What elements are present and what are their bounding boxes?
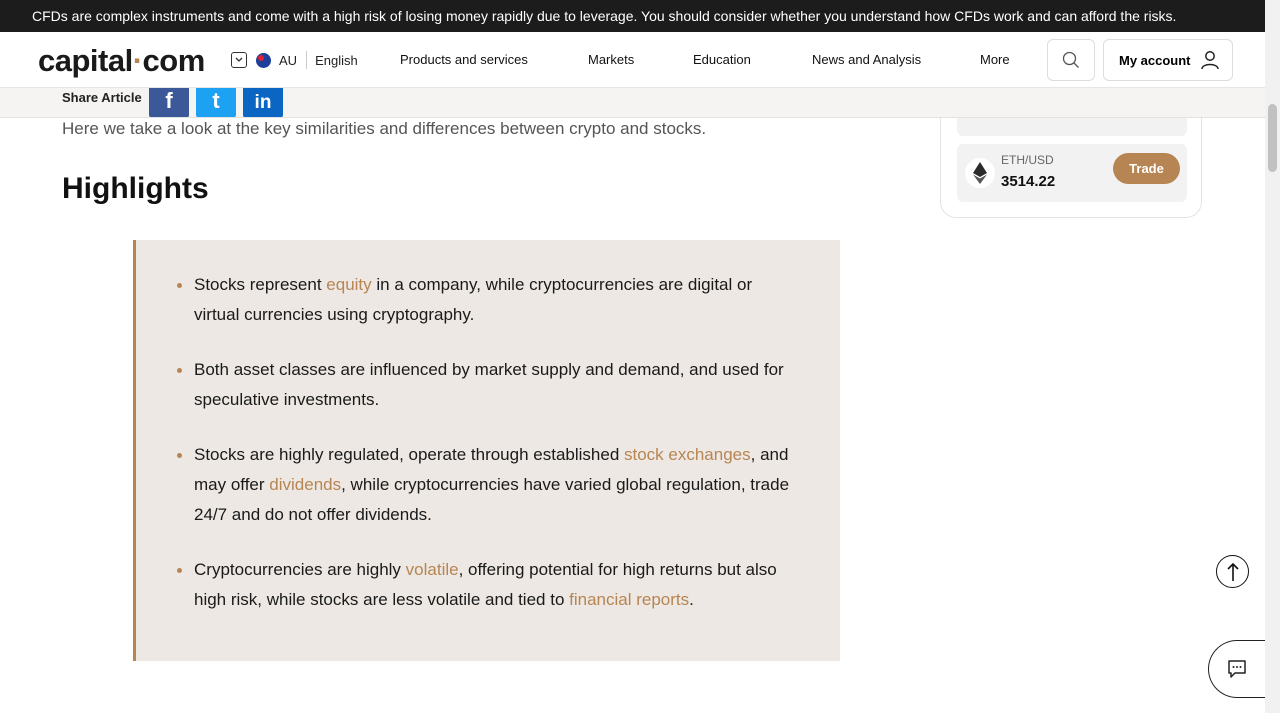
highlight-text: .	[689, 590, 694, 609]
nav-more[interactable]: More	[980, 52, 1010, 67]
site-header: capital·com AU English Products and serv…	[0, 32, 1265, 88]
highlight-item: Both asset classes are influenced by mar…	[177, 355, 802, 415]
highlight-text: Stocks represent	[194, 275, 327, 294]
twitter-share-button[interactable]: t	[196, 88, 236, 117]
arrow-up-icon	[1226, 562, 1239, 581]
volatile-link[interactable]: volatile	[406, 560, 459, 579]
dividends-link[interactable]: dividends	[269, 475, 341, 494]
region-code: AU	[279, 52, 298, 68]
linkedin-share-button[interactable]: in	[243, 88, 283, 117]
highlight-text: Both asset classes are influenced by mar…	[194, 360, 784, 409]
highlight-item: Stocks represent equity in a company, wh…	[177, 270, 802, 330]
logo-text: capital	[38, 43, 133, 78]
capital-com-logo[interactable]: capital·com	[38, 43, 205, 79]
divider	[306, 51, 308, 69]
australia-flag-icon	[256, 52, 271, 68]
highlight-item: Stocks are highly regulated, operate thr…	[177, 440, 802, 530]
search-icon	[1062, 51, 1079, 68]
logo-suffix: com	[142, 43, 206, 78]
nav-education[interactable]: Education	[693, 52, 751, 67]
equity-link[interactable]: equity	[326, 275, 371, 294]
highlights-box: Stocks represent equity in a company, wh…	[133, 240, 840, 661]
nav-markets[interactable]: Markets	[588, 52, 634, 67]
risk-warning-bar: CFDs are complex instruments and come wi…	[0, 0, 1265, 32]
linkedin-icon: in	[254, 92, 272, 113]
facebook-share-button[interactable]: f	[149, 88, 189, 117]
nav-news-and-analysis[interactable]: News and Analysis	[812, 52, 921, 67]
article-intro: Here we take a look at the key similarit…	[62, 119, 707, 138]
highlight-text: Stocks are highly regulated, operate thr…	[194, 445, 624, 464]
logo-dot: ·	[132, 43, 143, 78]
trade-button[interactable]: Trade	[1113, 153, 1180, 184]
highlights-heading: Highlights	[62, 172, 209, 205]
my-account-label: My account	[1119, 52, 1191, 68]
highlight-item: Cryptocurrencies are highly volatile, of…	[177, 555, 802, 615]
chat-button[interactable]	[1208, 640, 1268, 698]
user-icon	[1200, 51, 1219, 70]
financial-reports-link[interactable]: financial reports	[569, 590, 689, 609]
page-scrollbar[interactable]	[1265, 0, 1280, 713]
asset-pair: ETH/USD	[1001, 153, 1054, 167]
facebook-icon: f	[165, 88, 173, 113]
scrollbar-thumb[interactable]	[1268, 104, 1277, 172]
nav-products-and-services[interactable]: Products and services	[400, 52, 528, 67]
asset-row-eth-usd[interactable]: ETH/USD 3514.22 Trade	[957, 144, 1187, 202]
ethereum-icon	[965, 158, 995, 188]
region-language-selector[interactable]: AU English	[231, 51, 358, 69]
search-button[interactable]	[1047, 39, 1095, 81]
highlight-text: Cryptocurrencies are highly	[194, 560, 406, 579]
my-account-button[interactable]: My account	[1103, 39, 1233, 81]
share-article-bar: Share Article f t in	[0, 88, 1265, 118]
asset-price: 3514.22	[1001, 173, 1056, 190]
chevron-down-icon[interactable]	[231, 52, 247, 68]
language-label: English	[315, 52, 358, 68]
scroll-to-top-button[interactable]	[1216, 555, 1249, 588]
share-article-label: Share Article	[62, 90, 142, 105]
stock-exchanges-link[interactable]: stock exchanges	[624, 445, 751, 464]
twitter-icon: t	[212, 88, 220, 113]
chat-icon	[1227, 660, 1246, 678]
